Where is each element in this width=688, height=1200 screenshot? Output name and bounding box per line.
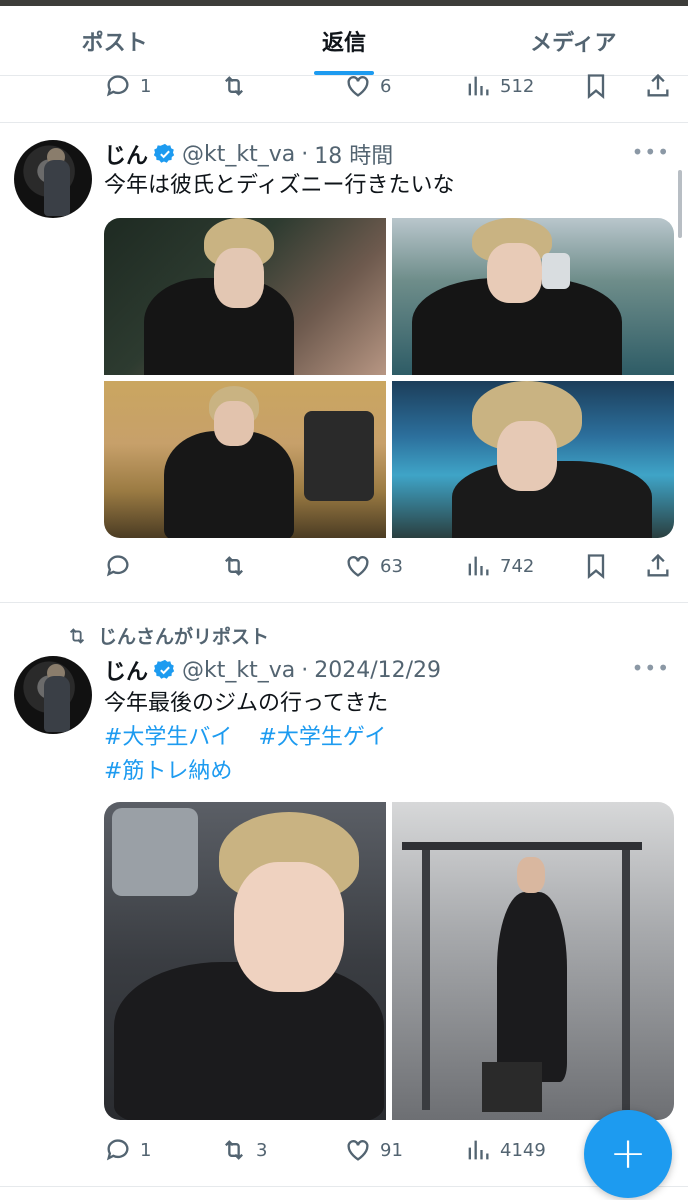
retweet-button[interactable] <box>220 72 248 100</box>
views-count: 512 <box>500 75 535 97</box>
reply-button[interactable]: 1 <box>104 1136 151 1164</box>
post-text: 今年は彼氏とディズニー行きたいな <box>104 173 455 198</box>
reply-icon <box>106 75 129 97</box>
tab-posts[interactable]: ポスト <box>0 6 229 75</box>
media-grid <box>104 802 674 1120</box>
reply-count: 1 <box>140 1139 152 1161</box>
retweet-button[interactable] <box>220 552 248 580</box>
photo-4[interactable] <box>392 381 674 538</box>
prev-post-actions: 1 6 512 <box>104 66 674 106</box>
hashtag-line-1: #大学生バイ #大学生ゲイ <box>104 722 386 754</box>
hashtag-line-2: #筋トレ納め <box>104 756 232 788</box>
retweet-icon <box>225 556 243 576</box>
like-button[interactable]: 63 <box>344 552 403 580</box>
tab-replies-label: 返信 <box>321 30 366 56</box>
views-icon <box>468 76 489 96</box>
post-divider <box>0 122 688 123</box>
views-count: 742 <box>500 555 535 577</box>
like-count: 91 <box>380 1139 403 1161</box>
tab-media-label: メディア <box>530 30 617 56</box>
photo-1[interactable] <box>104 218 386 375</box>
scrollbar[interactable] <box>678 170 682 238</box>
handle[interactable]: @kt_kt_va <box>182 142 295 167</box>
heart-icon <box>347 1140 369 1161</box>
like-button[interactable]: 6 <box>344 72 391 100</box>
media-grid <box>104 218 674 538</box>
post-divider <box>0 602 688 603</box>
like-button[interactable]: 91 <box>344 1136 403 1164</box>
tab-posts-label: ポスト <box>81 30 148 56</box>
photo-2[interactable] <box>392 802 674 1120</box>
post-header: じん @kt_kt_va · 18 時間 <box>104 138 393 170</box>
hashtag-link[interactable]: #大学生ゲイ <box>258 725 386 750</box>
tab-replies[interactable]: 返信 <box>229 6 458 75</box>
views-icon <box>468 1140 489 1160</box>
photo-1[interactable] <box>104 802 386 1120</box>
views-button[interactable]: 742 <box>464 552 534 580</box>
bookmark-icon <box>587 74 605 99</box>
separator: · <box>301 657 309 683</box>
verified-badge-icon <box>154 659 175 679</box>
display-name[interactable]: じん <box>104 138 148 170</box>
more-icon: ••• <box>631 656 670 680</box>
retweet-icon <box>69 627 85 644</box>
post1-actions: 63 742 <box>104 546 674 586</box>
hashtag-link[interactable]: #筋トレ納め <box>104 759 232 784</box>
repost-indicator[interactable]: じんさんがリポスト <box>66 622 269 649</box>
views-count: 4149 <box>500 1139 546 1161</box>
photo-3[interactable] <box>104 381 386 538</box>
separator: · <box>301 141 309 167</box>
post-text: 今年最後のジムの行ってきた <box>104 691 389 716</box>
tab-media[interactable]: メディア <box>459 6 688 75</box>
share-button[interactable] <box>644 72 672 100</box>
heart-icon <box>347 76 369 97</box>
reply-count: 1 <box>140 75 152 97</box>
share-button[interactable] <box>644 552 672 580</box>
compose-post-button[interactable]: + <box>584 1110 672 1198</box>
views-button[interactable]: 4149 <box>464 1136 546 1164</box>
verified-badge-icon <box>154 143 175 163</box>
timestamp[interactable]: 18 時間 <box>314 138 393 170</box>
post-header: じん @kt_kt_va · 2024/12/29 <box>104 654 441 686</box>
views-icon <box>468 556 489 576</box>
like-count: 63 <box>380 555 403 577</box>
share-icon <box>647 553 669 577</box>
post-divider <box>0 1186 688 1187</box>
reply-button[interactable]: 1 <box>104 72 151 100</box>
display-name[interactable]: じん <box>104 654 148 686</box>
handle[interactable]: @kt_kt_va <box>182 658 295 683</box>
timestamp[interactable]: 2024/12/29 <box>314 658 441 683</box>
avatar[interactable] <box>14 140 92 218</box>
reply-button[interactable] <box>104 552 132 580</box>
reply-icon <box>106 1139 129 1161</box>
share-icon <box>647 73 669 97</box>
bookmark-button[interactable] <box>582 72 610 100</box>
retweet-icon <box>225 76 243 96</box>
retweet-button[interactable]: 3 <box>220 1136 267 1164</box>
more-icon: ••• <box>631 140 670 164</box>
more-options-button[interactable]: ••• <box>632 140 670 164</box>
like-count: 6 <box>380 75 392 97</box>
views-button[interactable]: 512 <box>464 72 534 100</box>
heart-icon <box>347 556 369 577</box>
repost-label: じんさんがリポスト <box>98 626 270 648</box>
more-options-button[interactable]: ••• <box>632 656 670 680</box>
avatar[interactable] <box>14 656 92 734</box>
hashtag-link[interactable]: #大学生バイ <box>104 725 232 750</box>
plus-icon: + <box>609 1128 647 1179</box>
reply-icon <box>106 555 129 577</box>
retweet-count: 3 <box>256 1139 268 1161</box>
retweet-icon <box>225 1140 243 1160</box>
bookmark-icon <box>587 554 605 579</box>
bookmark-button[interactable] <box>582 552 610 580</box>
photo-2[interactable] <box>392 218 674 375</box>
